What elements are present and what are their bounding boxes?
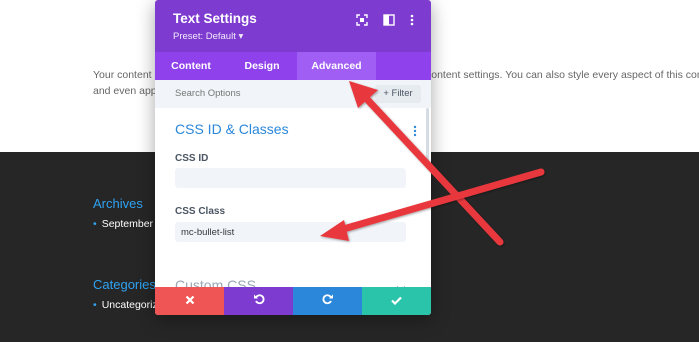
- widget-title-categories[interactable]: Categories: [93, 277, 156, 292]
- search-bar: + Filter: [155, 80, 431, 108]
- focus-icon[interactable]: [356, 13, 368, 26]
- save-button[interactable]: [362, 287, 431, 315]
- settings-tabs: Content Design Advanced: [155, 52, 431, 80]
- redo-icon: [322, 292, 334, 310]
- check-icon: [391, 292, 402, 310]
- modal-title: Text Settings: [173, 11, 257, 26]
- css-class-field[interactable]: [175, 222, 406, 242]
- widget-item-category[interactable]: Uncategoriz: [93, 299, 158, 311]
- modal-footer: [155, 287, 431, 315]
- tab-design[interactable]: Design: [227, 52, 297, 80]
- tab-content[interactable]: Content: [155, 52, 227, 80]
- cancel-button[interactable]: [155, 287, 224, 315]
- scrollbar[interactable]: [426, 108, 429, 168]
- undo-button[interactable]: [224, 287, 293, 315]
- body-text-line2: and even app: [93, 85, 157, 97]
- css-id-label: CSS ID: [175, 153, 209, 164]
- close-icon: [185, 292, 195, 310]
- tab-advanced[interactable]: Advanced: [297, 52, 376, 80]
- body-text-line1-end: content settings. You can also style eve…: [426, 69, 699, 81]
- search-options-input[interactable]: [175, 88, 355, 99]
- text-settings-modal: Text Settings Preset: Default ▾ Content …: [155, 0, 431, 315]
- preset-dropdown[interactable]: Preset: Default ▾: [173, 31, 243, 42]
- settings-body: CSS ID & Classes CSS ID CSS Class Custom…: [155, 108, 431, 293]
- more-options-icon[interactable]: [410, 13, 414, 26]
- modal-header: Text Settings Preset: Default ▾: [155, 0, 431, 52]
- css-id-field[interactable]: [175, 168, 406, 188]
- widget-item-archive[interactable]: September: [93, 218, 153, 230]
- split-view-icon[interactable]: [383, 13, 395, 26]
- filter-button[interactable]: + Filter: [375, 85, 421, 103]
- section-title-css-id-classes[interactable]: CSS ID & Classes: [175, 121, 289, 137]
- css-class-label: CSS Class: [175, 206, 226, 217]
- redo-button[interactable]: [293, 287, 362, 315]
- undo-icon: [253, 292, 265, 310]
- widget-title-archives[interactable]: Archives: [93, 196, 143, 211]
- section-options-icon[interactable]: [413, 124, 417, 137]
